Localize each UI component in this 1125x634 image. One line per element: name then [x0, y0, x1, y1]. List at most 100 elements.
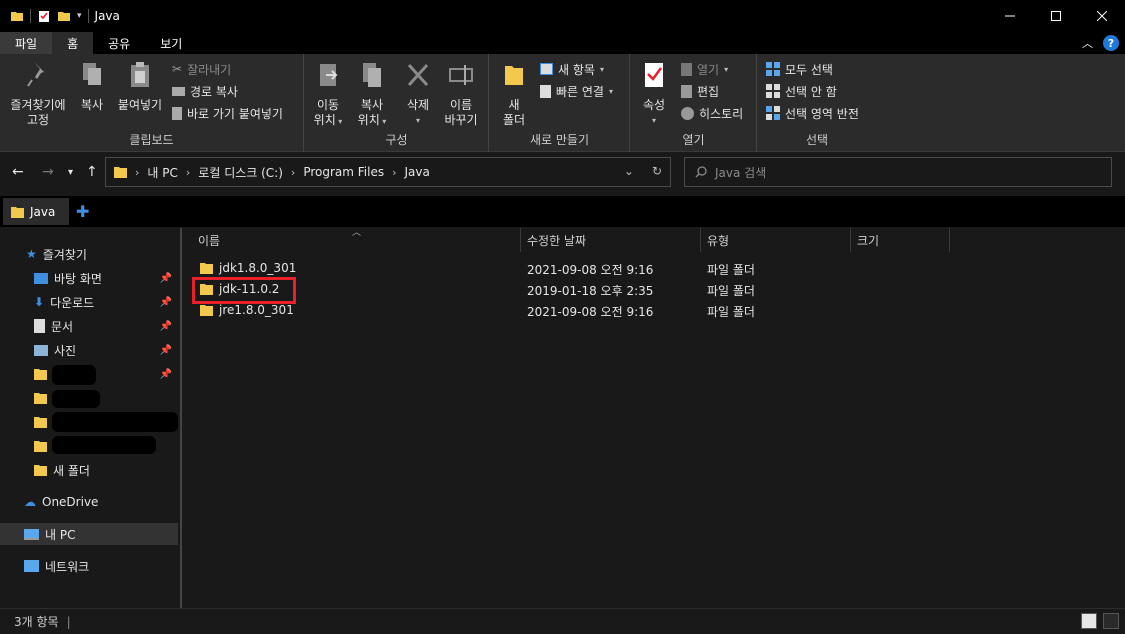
search-placeholder: Java 검색 — [715, 165, 767, 180]
pin-icon: 📌 — [159, 296, 172, 308]
pin-to-quick-access-button[interactable]: 즐겨찾기에 고정 — [6, 60, 70, 128]
address-bar[interactable]: › 내 PC › 로컬 디스크 (C:) › Program Files › J… — [105, 157, 671, 187]
edit-button[interactable]: 편집 — [681, 81, 719, 101]
folder-tab-java[interactable]: Java — [3, 198, 69, 225]
collapse-ribbon-icon[interactable]: ︿ — [1082, 35, 1093, 51]
breadcrumb-java[interactable]: Java — [405, 165, 430, 179]
column-header-date[interactable]: 수정한 날짜 — [527, 228, 586, 252]
properties-icon[interactable] — [37, 9, 51, 23]
delete-button[interactable]: 삭제 ▾ — [403, 60, 433, 128]
column-divider[interactable] — [700, 228, 701, 252]
select-all-button[interactable]: 모두 선택 — [766, 59, 833, 79]
chevron-right-icon[interactable]: › — [392, 166, 396, 179]
select-group: 모두 선택 선택 안 함 선택 영역 반전 선택 — [758, 54, 876, 152]
copy-to-label-text: 위치 — [357, 113, 380, 127]
column-divider[interactable] — [850, 228, 851, 252]
divider — [30, 9, 31, 23]
large-icons-view-button[interactable] — [1103, 613, 1119, 629]
column-header-name[interactable]: 이름 — [198, 228, 220, 252]
table-row[interactable]: jdk-11.0.2 2019-01-18 오후 2:35 파일 폴더 — [182, 279, 1125, 300]
easy-access-icon — [540, 84, 551, 98]
address-history-icon[interactable]: ⌄ — [624, 164, 634, 178]
copy-to-button[interactable]: 복사 위치 ▾ — [353, 60, 391, 129]
chevron-right-icon[interactable]: › — [291, 166, 295, 179]
refresh-icon[interactable]: ↻ — [652, 164, 662, 178]
details-view-button[interactable] — [1081, 613, 1097, 629]
breadcrumb-program-files[interactable]: Program Files — [303, 165, 384, 179]
paste-shortcut-button[interactable]: 바로 가기 붙여넣기 — [172, 103, 283, 123]
folder-icon — [114, 167, 127, 178]
pin-icon: 📌 — [159, 320, 172, 332]
table-row[interactable]: jre1.8.0_301 2021-09-08 오전 9:16 파일 폴더 — [182, 300, 1125, 321]
back-arrow-icon[interactable]: ← — [12, 164, 24, 180]
tab-share[interactable]: 공유 — [93, 32, 145, 54]
new-tab-icon[interactable]: ✚ — [76, 202, 89, 221]
new-folder-icon[interactable] — [57, 9, 71, 23]
move-to-button[interactable]: 이동 위치 ▾ — [311, 60, 345, 129]
pin-label: 즐겨찾기에 고정 — [10, 98, 66, 127]
new-group: 새 폴더 새 항목 ▾ 빠른 연결 ▾ 새로 만들기 — [490, 54, 630, 152]
nav-onedrive[interactable]: ☁ OneDrive — [0, 491, 178, 513]
breadcrumb-local-disk[interactable]: 로컬 디스크 (C:) — [198, 164, 283, 181]
pin-icon: 📌 — [159, 272, 172, 284]
close-icon — [1097, 11, 1107, 21]
cut-button[interactable]: ✂ 잘라내기 — [172, 59, 231, 79]
minimize-button[interactable] — [987, 0, 1033, 32]
tab-file[interactable]: 파일 — [0, 32, 53, 54]
column-divider[interactable] — [520, 228, 521, 252]
new-item-button[interactable]: 새 항목 ▾ — [540, 59, 604, 79]
file-type: 파일 폴더 — [707, 284, 755, 298]
move-to-label-text: 위치 — [313, 113, 336, 127]
forward-arrow-icon[interactable]: → — [42, 164, 54, 180]
breadcrumb-this-pc[interactable]: 내 PC — [147, 164, 177, 181]
nav-pictures[interactable]: 사진 📌 — [0, 339, 178, 361]
new-group-label: 새로 만들기 — [529, 133, 589, 147]
nav-this-pc[interactable]: 내 PC — [0, 523, 178, 545]
chevron-right-icon[interactable]: › — [186, 166, 190, 179]
properties-button[interactable]: 속성 ▾ — [637, 60, 671, 128]
history-icon — [681, 106, 694, 120]
pin-icon — [27, 62, 44, 87]
up-arrow-icon[interactable]: ↑ — [86, 164, 98, 180]
open-icon — [681, 62, 692, 76]
open-group-label: 열기 — [682, 133, 705, 147]
easy-access-button[interactable]: 빠른 연결 ▾ — [540, 81, 613, 101]
rename-button[interactable]: 이름 바꾸기 — [441, 60, 481, 128]
nav-quick-access[interactable]: ★ 즐겨찾기 — [0, 243, 178, 265]
maximize-button[interactable] — [1033, 0, 1079, 32]
nav-downloads[interactable]: ⬇ 다운로드 📌 — [0, 291, 178, 313]
ribbon-tabs: 파일 홈 공유 보기 ︿ ? — [0, 32, 1125, 54]
copy-button[interactable]: 복사 — [76, 60, 108, 113]
nav-onedrive-label: OneDrive — [42, 495, 99, 509]
close-button[interactable] — [1079, 0, 1125, 32]
nav-network[interactable]: 네트워크 — [0, 555, 178, 577]
help-icon[interactable]: ? — [1103, 35, 1119, 51]
column-header-type[interactable]: 유형 — [707, 228, 729, 252]
search-input[interactable]: Java 검색 — [684, 157, 1112, 187]
organize-group-label: 구성 — [385, 133, 408, 147]
copy-to-label-1: 복사 — [360, 98, 384, 112]
tab-home[interactable]: 홈 — [52, 32, 94, 54]
recent-locations-icon[interactable]: ▾ — [68, 167, 73, 178]
open-button[interactable]: 열기 ▾ — [681, 59, 728, 79]
chevron-right-icon[interactable]: › — [135, 166, 139, 179]
nav-desktop[interactable]: 바탕 화면 📌 — [0, 267, 178, 289]
clipboard-group-label: 클립보드 — [129, 133, 174, 147]
paste-button[interactable]: 붙여넣기 — [114, 60, 166, 113]
nav-new-folder[interactable]: 새 폴더 — [0, 459, 178, 481]
tab-view[interactable]: 보기 — [145, 32, 197, 54]
column-header-size[interactable]: 크기 — [857, 228, 879, 252]
invert-selection-button[interactable]: 선택 영역 반전 — [766, 103, 859, 123]
table-row[interactable]: jdk1.8.0_301 2021-09-08 오전 9:16 파일 폴더 — [182, 258, 1125, 279]
customize-toolbar-icon[interactable]: ▾ — [77, 11, 82, 21]
new-folder-button[interactable]: 새 폴더 — [496, 60, 532, 128]
copy-path-button[interactable]: 경로 복사 — [172, 81, 238, 101]
view-switcher — [1081, 613, 1119, 629]
folder-icon — [34, 369, 47, 380]
column-divider[interactable] — [949, 228, 950, 252]
dropdown-arrow-icon: ▾ — [335, 117, 343, 126]
history-button[interactable]: 히스토리 — [681, 103, 743, 123]
nav-documents[interactable]: 문서 📌 — [0, 315, 178, 337]
select-none-button[interactable]: 선택 안 함 — [766, 81, 837, 101]
document-icon — [34, 319, 45, 333]
